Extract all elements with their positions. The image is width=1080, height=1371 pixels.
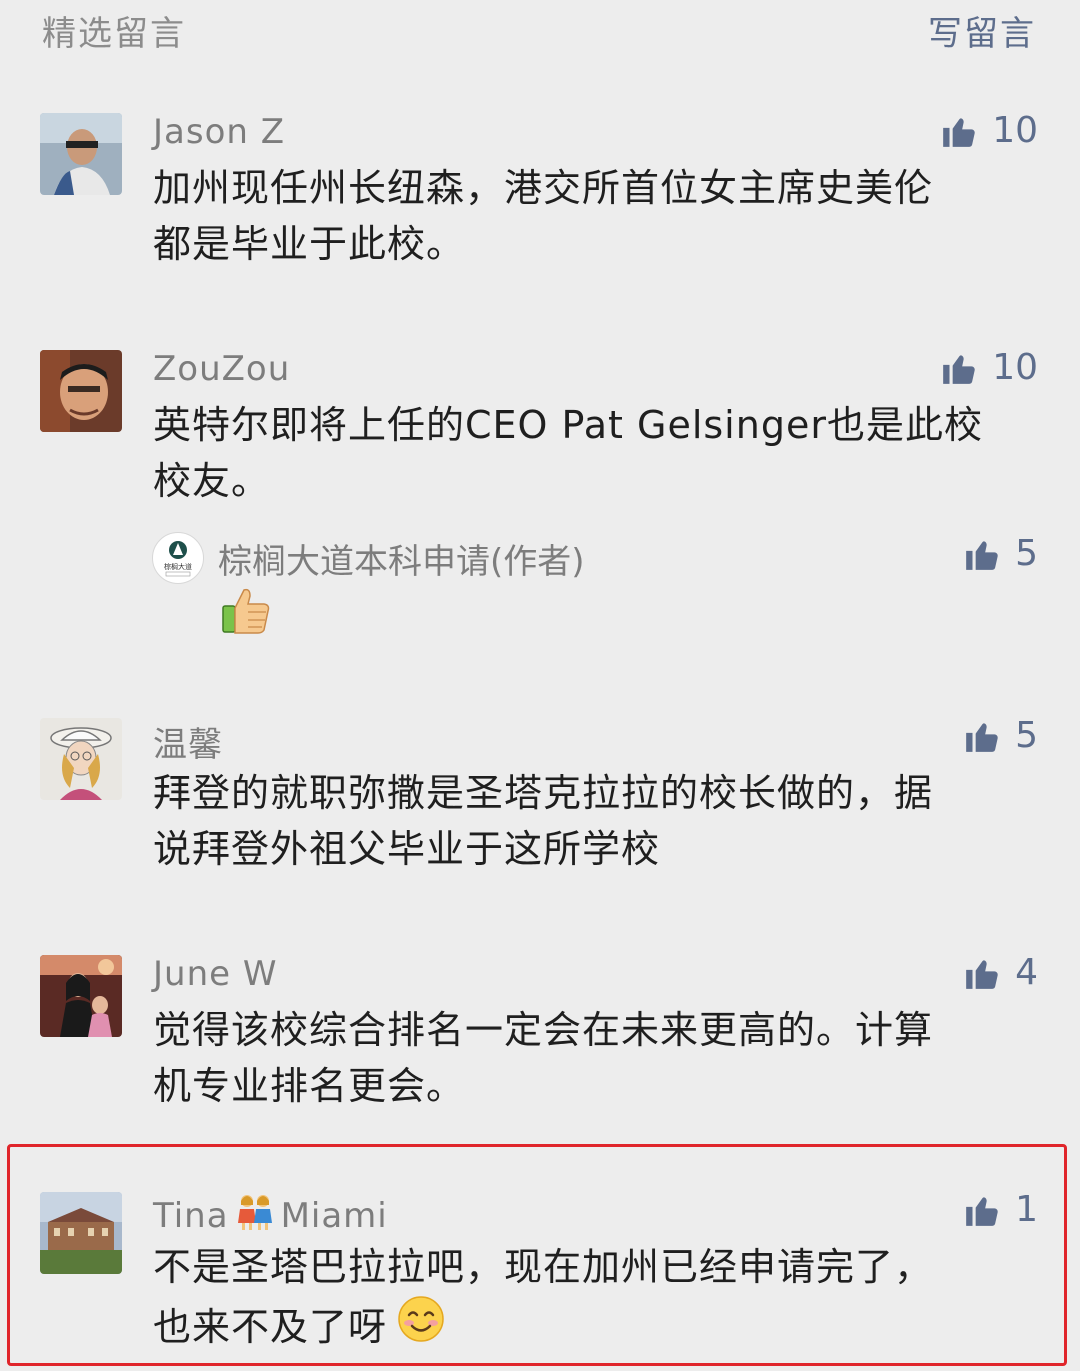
comment-line: 说拜登外祖父毕业于这所学校 (153, 827, 661, 871)
author-logo-text: 棕榈大道 (164, 562, 192, 571)
comment-line: 机专业排名更会。 (153, 1064, 466, 1108)
comment-line: 不是圣塔巴拉拉吧，现在加州已经申请完了， (153, 1245, 934, 1289)
thumbs-up-icon (963, 535, 1001, 573)
like-count: 1 (1015, 1189, 1038, 1230)
two-women-icon (235, 1191, 275, 1240)
like-count: 10 (992, 110, 1038, 151)
section-title: 精选留言 (42, 14, 186, 54)
like-count: 4 (1015, 952, 1038, 993)
comment-author[interactable]: Jason Z (153, 112, 285, 152)
comment-text: 觉得该校综合排名一定会在未来更高的。计算 机专业排名更会。 (153, 1002, 1033, 1114)
comment-text: 拜登的就职弥撒是圣塔克拉拉的校长做的，据 说拜登外祖父毕业于这所学校 (153, 765, 1033, 877)
thumbs-up-icon (963, 717, 1001, 755)
smiling-face-icon (397, 1295, 445, 1358)
thumbs-up-icon (963, 954, 1001, 992)
avatar[interactable] (40, 1192, 122, 1274)
comment-line-text: 也来不及了呀 (153, 1304, 388, 1349)
thumbs-up-emoji-icon (220, 584, 272, 640)
author-avatar[interactable]: 棕榈大道 (152, 532, 204, 584)
comment-line: 觉得该校综合排名一定会在未来更高的。计算 (153, 1008, 934, 1052)
comment-line: 英特尔即将上任的CEO Pat Gelsinger也是此校 (153, 403, 983, 447)
like-button[interactable]: 1 (963, 1189, 1038, 1230)
like-button[interactable]: 5 (963, 533, 1038, 574)
avatar[interactable] (40, 955, 122, 1037)
like-button[interactable]: 5 (963, 715, 1038, 756)
thumbs-up-icon (940, 349, 978, 387)
comment-text: 加州现任州长纽森，港交所首位女主席史美伦 都是毕业于此校。 (153, 160, 1033, 272)
thumbs-up-icon (963, 1191, 1001, 1229)
comment-author[interactable]: Tina Miami (153, 1191, 388, 1240)
comment-line: 加州现任州长纽森，港交所首位女主席史美伦 (153, 166, 934, 210)
write-comment-button[interactable]: 写留言 (928, 6, 1036, 55)
comment-text: 英特尔即将上任的CEO Pat Gelsinger也是此校 校友。 (153, 397, 1033, 509)
comment-line: 拜登的就职弥撒是圣塔克拉拉的校长做的，据 (153, 771, 934, 815)
comment-text: 不是圣塔巴拉拉吧，现在加州已经申请完了， 也来不及了呀 (153, 1239, 1033, 1358)
avatar[interactable] (40, 113, 122, 195)
comment-line: 都是毕业于此校。 (153, 222, 466, 266)
comment-line: 校友。 (153, 459, 271, 503)
like-button[interactable]: 4 (963, 952, 1038, 993)
avatar[interactable] (40, 350, 122, 432)
author-name-suffix: Miami (280, 1195, 388, 1236)
like-count: 5 (1015, 715, 1038, 756)
like-button[interactable]: 10 (940, 347, 1038, 388)
avatar[interactable] (40, 718, 122, 800)
thumbs-up-icon (940, 112, 978, 150)
comment-author[interactable]: June W (153, 954, 277, 994)
like-count: 5 (1015, 533, 1038, 574)
author-name-prefix: Tina (153, 1195, 229, 1236)
author-reply-name[interactable]: 棕榈大道本科申请(作者) (218, 534, 585, 583)
comment-author[interactable]: ZouZou (153, 349, 290, 389)
comments-header: 精选留言 写留言 (0, 0, 1080, 60)
like-button[interactable]: 10 (940, 110, 1038, 151)
comment-author[interactable]: 温馨 (153, 717, 223, 766)
like-count: 10 (992, 347, 1038, 388)
comment-line: 也来不及了呀 (153, 1295, 1033, 1358)
